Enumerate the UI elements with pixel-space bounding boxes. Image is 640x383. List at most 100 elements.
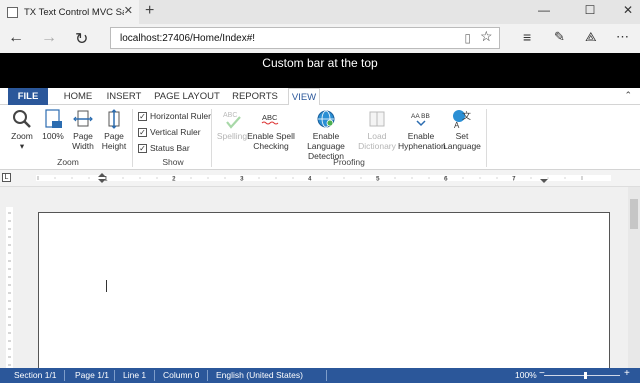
reading-view-icon[interactable]: ▯ [464,31,471,45]
zoom-slider[interactable] [544,375,620,376]
globe-icon [317,110,335,128]
new-tab-icon[interactable]: + [145,2,154,20]
page-width-label-2: Width [72,141,94,151]
zoom-100-button[interactable]: 100% [40,109,66,141]
group-divider [211,109,212,167]
page-icon [7,6,18,18]
document-workspace [0,187,640,382]
status-divider [207,370,208,381]
ruler-scale: 1234567 [36,173,611,183]
custom-top-bar: Custom bar at the top [0,53,640,88]
enable-hyph-label-2: Hyphenation [398,141,446,151]
minimize-icon[interactable]: — [532,3,556,17]
horizontal-ruler-label: Horizontal Ruler [150,111,211,121]
checkbox-checked-icon: ✓ [138,127,147,137]
status-divider [114,370,115,381]
page-height-label-2: Height [101,141,127,151]
hub-icon[interactable]: ≡ [523,29,531,45]
checkbox-checked-icon: ✓ [138,111,147,121]
document-page[interactable] [38,212,610,382]
ribbon-tabs: FILE HOME INSERT PAGE LAYOUT REPORTS VIE… [0,88,640,106]
more-icon[interactable]: ⋯ [616,29,629,45]
load-dictionary-button[interactable]: Load Dictionary [358,109,396,151]
zoom-button[interactable]: Zoom ▾ [8,109,36,151]
page-width-button[interactable]: Page Width [70,109,96,151]
tab-insert[interactable]: INSERT [102,88,146,105]
close-window-icon[interactable]: ✕ [616,3,640,17]
browser-tab-title: TX Text Control MVC Sa [24,6,124,18]
tab-view[interactable]: VIEW [288,88,320,106]
status-divider [154,370,155,381]
horizontal-ruler[interactable]: L 1234567 [0,170,640,187]
zoom-100-label: 100% [42,131,64,141]
status-column: Column 0 [163,370,200,380]
status-language[interactable]: English (United States) [216,370,303,380]
refresh-icon[interactable]: ↻ [75,29,88,49]
checkbox-checked-icon: ✓ [138,143,147,153]
text-caret [106,280,107,292]
ruler-number: 6 [444,176,448,183]
tab-file[interactable]: FILE [8,88,48,105]
browser-tabstrip: TX Text Control MVC Sa ✕ + — ☐ ✕ [0,0,640,24]
spelling-label: Spelling [216,131,248,141]
arrow-left-icon[interactable]: ← [8,29,24,47]
svg-text:文: 文 [462,110,471,122]
enable-language-detection-button[interactable]: Enable Language Detection [296,109,356,161]
star-icon[interactable]: ☆ [480,28,493,45]
tab-reports[interactable]: REPORTS [229,88,281,105]
zoom-label: Zoom [11,131,33,141]
browser-tab[interactable]: TX Text Control MVC Sa ✕ [0,0,139,24]
magnifier-icon [13,110,31,128]
enable-hyphenation-button[interactable]: AA BB Enable Hyphenation [398,109,446,151]
address-bar[interactable]: localhost:27406/Home/Index#! ▯ [110,27,500,49]
status-section: Section 1/1 [14,370,57,380]
hyphenation-icon: AA BB [411,113,430,127]
page-width-label-1: Page [73,131,93,141]
tab-stop-selector-icon[interactable]: L [2,173,11,182]
tab-page-layout[interactable]: PAGE LAYOUT [152,88,222,105]
spelling-check-icon: ABC [223,112,241,129]
page-height-icon [108,109,120,129]
vertical-scrollbar[interactable] [628,187,640,368]
book-icon [369,111,385,127]
ruler-number: 3 [240,176,244,183]
zoom-out-icon[interactable]: − [539,368,545,379]
group-label-proofing: Proofing [333,157,365,167]
set-lang-label-1: Set [455,131,469,141]
page-width-icon [73,110,93,127]
ruler-number: 2 [172,176,176,183]
scrollbar-thumb[interactable] [630,199,638,229]
status-divider [326,370,327,381]
enable-hyph-label-1: Enable [407,131,435,141]
status-divider [64,370,65,381]
ruler-number: 4 [308,176,312,183]
ribbon: Zoom ▾ 100% Page Width Page Height Zoom [0,105,640,170]
status-bar-label: Status Bar [150,143,190,153]
vertical-ruler-checkbox[interactable]: ✓ Vertical Ruler [138,127,201,137]
vertical-ruler[interactable] [0,187,20,368]
tab-home[interactable]: HOME [58,88,98,105]
web-note-icon[interactable]: ✎ [554,29,565,45]
page-height-button[interactable]: Page Height [100,109,128,151]
set-language-icon: 文 A [453,110,471,129]
spell-check-icon: ABC [261,113,279,125]
collapse-ribbon-icon[interactable]: ⌃ [624,90,632,101]
arrow-right-icon[interactable]: → [41,29,57,47]
zoom-in-icon[interactable]: + [624,368,630,379]
page-100-icon [45,109,62,128]
maximize-icon[interactable]: ☐ [578,3,602,17]
horizontal-ruler-checkbox[interactable]: ✓ Horizontal Ruler [138,111,211,121]
svg-text:AA BB: AA BB [411,113,430,120]
spelling-button[interactable]: ABC Spelling [216,109,248,141]
chevron-down-icon: ▾ [19,141,25,151]
group-label-show: Show [162,157,184,167]
status-bar-checkbox[interactable]: ✓ Status Bar [138,143,190,153]
enable-lang-label-1: Enable Language [307,131,345,151]
set-language-button[interactable]: 文 A Set Language [443,109,481,151]
enable-spell-checking-button[interactable]: ABC Enable Spell Checking [247,109,295,151]
status-zoom: 100% [515,370,537,380]
share-icon[interactable]: ⟁ [585,29,597,45]
address-url: localhost:27406/Home/Index#! [120,33,256,44]
close-tab-icon[interactable]: ✕ [124,4,133,17]
zoom-slider-thumb[interactable] [584,372,587,379]
